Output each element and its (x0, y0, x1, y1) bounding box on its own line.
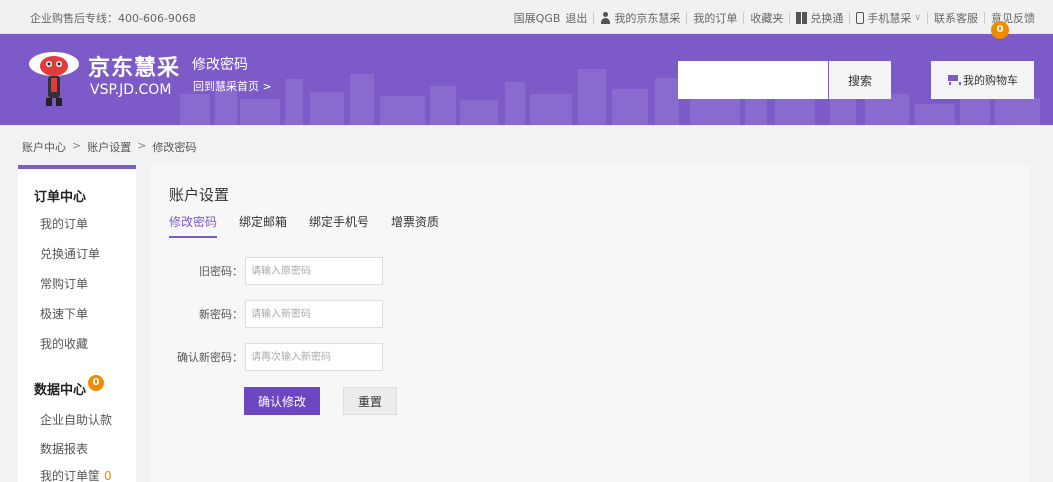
exchange-label: 兑换通 (810, 12, 844, 25)
chevron-down-icon: ∨ (914, 13, 921, 23)
data-center-badge: 0 (88, 375, 105, 391)
cart-button[interactable]: 我的购物车 (931, 61, 1034, 99)
confirm-change-button[interactable]: 确认修改 (244, 387, 320, 415)
exchange-link[interactable]: 兑换通 (796, 10, 843, 26)
mobile-link[interactable]: 手机慧采 ∨ (856, 10, 921, 26)
tab-bind-phone[interactable]: 绑定手机号 (309, 213, 369, 238)
order-basket-label: 我的订单筐 (40, 469, 101, 482)
favorites-link[interactable]: 收藏夹 (750, 10, 783, 26)
phone-icon (856, 12, 865, 24)
brand-name[interactable]: 京东慧采 (88, 50, 180, 82)
old-password-field[interactable] (245, 257, 383, 285)
sidebar-item-my-orders[interactable]: 我的订单 (40, 215, 88, 232)
sidebar-item-exchange-orders[interactable]: 兑换通订单 (40, 245, 100, 262)
sidebar-item-quick-order[interactable]: 极速下单 (40, 305, 88, 322)
sidebar-item-order-basket[interactable]: 我的订单筐 0 (40, 467, 112, 482)
logout-link[interactable]: 退出 (565, 10, 587, 26)
top-links: 国展QGB 退出 我的京东慧采 我的订单 收藏夹 兑换通 手机慧采 ∨ 联系客服… (514, 10, 1035, 26)
reset-button[interactable]: 重置 (343, 387, 397, 415)
hotline-text: 企业购售后专线：400-606-9068 (30, 12, 196, 25)
main-panel: 账户设置 修改密码 绑定邮箱 绑定手机号 增票资质 旧密码： 新密码： 确认新密… (150, 165, 1030, 482)
sidebar-item-self-payment[interactable]: 企业自助认款 (40, 411, 112, 428)
tab-vat-invoice[interactable]: 增票资质 (391, 213, 439, 238)
divider (927, 12, 928, 24)
order-basket-count: 0 (104, 469, 112, 482)
back-home-link[interactable]: 回到慧采首页 > (193, 78, 272, 94)
username: 国展QGB (513, 12, 561, 25)
divider (849, 12, 851, 24)
support-link[interactable]: 联系客服 (934, 10, 978, 26)
mobile-label: 手机慧采 (867, 12, 912, 25)
cart-label: 我的购物车 (963, 74, 1018, 87)
old-password-row: 旧密码： (150, 257, 383, 285)
page-name: 修改密码 (192, 57, 248, 73)
confirm-password-label: 确认新密码： (177, 351, 243, 364)
jd-mascot-logo[interactable] (28, 48, 80, 108)
search-button[interactable]: 搜索 (829, 61, 891, 99)
page-title: 账户设置 (169, 186, 230, 204)
cart-count-badge: 0 (991, 21, 1009, 39)
sidebar: 订单中心 我的订单 兑换通订单 常购订单 极速下单 我的收藏 数据中心0 企业自… (18, 165, 136, 482)
divider (593, 12, 595, 24)
my-vsp-label: 我的京东慧采 (614, 12, 681, 25)
confirm-password-field[interactable] (245, 343, 383, 371)
new-password-label: 新密码： (199, 308, 243, 321)
top-bar: 企业购售后专线：400-606-9068 国展QGB 退出 我的京东慧采 我的订… (0, 0, 1053, 34)
divider (686, 12, 688, 24)
sidebar-item-my-favorites[interactable]: 我的收藏 (40, 335, 88, 352)
new-password-field[interactable] (245, 300, 383, 328)
search-input[interactable] (678, 61, 828, 99)
confirm-password-row: 确认新密码： (150, 343, 383, 371)
sidebar-item-frequent-orders[interactable]: 常购订单 (40, 275, 88, 292)
divider (743, 12, 745, 24)
cart-icon (947, 75, 961, 85)
sidebar-item-data-reports[interactable]: 数据报表 (40, 440, 88, 457)
user-icon (600, 12, 611, 24)
breadcrumb-account-settings[interactable]: 账户设置 (87, 139, 131, 155)
breadcrumb-account-center[interactable]: 账户中心 (22, 139, 66, 155)
tab-bind-email[interactable]: 绑定邮箱 (239, 213, 287, 238)
settings-tabs: 修改密码 绑定邮箱 绑定手机号 增票资质 (169, 213, 461, 238)
breadcrumb-separator: > (137, 139, 147, 152)
divider (789, 12, 791, 24)
breadcrumb: 账户中心 > 账户设置 > 修改密码 (22, 139, 196, 155)
header: 京东慧采 VSP.JD.COM 修改密码 回到慧采首页 > 搜索 我的购物车 (0, 34, 1053, 125)
my-orders-link[interactable]: 我的订单 (693, 10, 737, 26)
brand-domain: VSP.JD.COM (90, 82, 172, 98)
tab-change-password[interactable]: 修改密码 (169, 213, 218, 238)
sidebar-section-order-center: 订单中心 (34, 190, 87, 205)
my-vsp-link[interactable]: 我的京东慧采 (600, 10, 680, 26)
old-password-label: 旧密码： (199, 265, 243, 278)
new-password-row: 新密码： (150, 300, 383, 328)
data-center-label: 数据中心 (34, 383, 87, 398)
divider (984, 12, 985, 24)
breadcrumb-change-password: 修改密码 (152, 141, 197, 154)
breadcrumb-separator: > (72, 139, 82, 152)
gift-icon (796, 12, 808, 24)
sidebar-section-data-center: 数据中心0 (34, 375, 105, 398)
